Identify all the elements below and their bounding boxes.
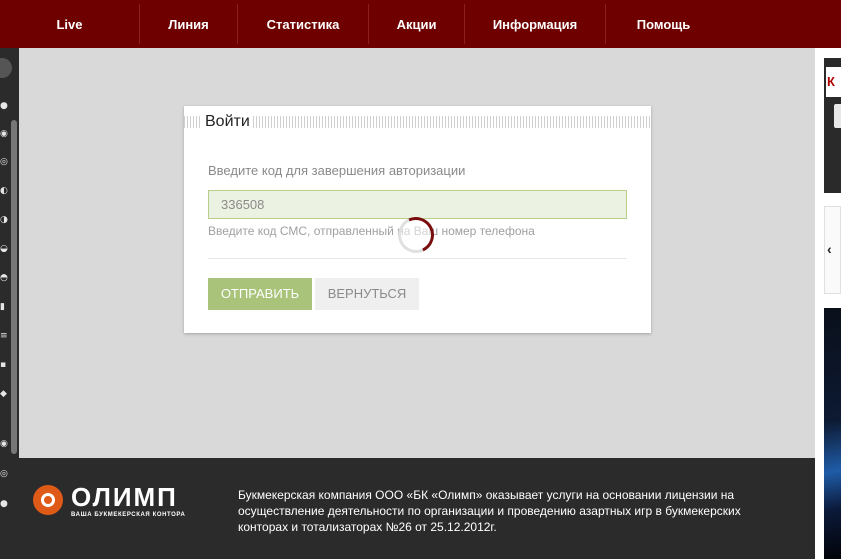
sport-icon[interactable]: ◉ xyxy=(0,438,9,450)
nav-item-live[interactable]: Live xyxy=(0,4,140,44)
sport-icon[interactable]: ◎ xyxy=(0,468,9,480)
olimp-logo-icon[interactable]: ОЛИМП ВАША БУКМЕКЕРСКАЯ КОНТОРА xyxy=(33,482,203,521)
nav-item-help[interactable]: Помощь xyxy=(606,4,721,44)
sport-icon[interactable]: ◓ xyxy=(0,272,9,284)
code-hint: Введите код СМС, отправленный на Ваш ном… xyxy=(208,224,535,238)
nav-item-information[interactable]: Информация xyxy=(465,4,606,44)
sport-icon[interactable]: ◒ xyxy=(0,243,9,255)
footer: ОЛИМП ВАША БУКМЕКЕРСКАЯ КОНТОРА Букмекер… xyxy=(19,458,815,559)
divider xyxy=(208,258,627,259)
logo-name: ОЛИМП xyxy=(71,482,178,512)
left-sidebar: ● ◉ ◎ ◐ ◑ ◒ ◓ ▮ ≡ ▪ ◆ ◉ ◎ ● xyxy=(0,48,19,559)
sidebar-scrollbar[interactable] xyxy=(11,120,17,454)
sport-icon[interactable]: ◆ xyxy=(0,388,9,400)
nav-item-line[interactable]: Линия xyxy=(140,4,238,44)
send-button[interactable]: ОТПРАВИТЬ xyxy=(208,278,312,310)
back-button[interactable]: ВЕРНУТЬСЯ xyxy=(315,278,419,310)
sport-icon[interactable]: ◎ xyxy=(0,156,9,168)
sport-icon[interactable]: ▪ xyxy=(0,359,9,371)
right-widget-box[interactable]: К xyxy=(826,67,841,97)
sidebar-toggle-button[interactable] xyxy=(0,58,12,78)
right-panel: К ‹ xyxy=(815,48,841,559)
logo-subtitle: ВАША БУКМЕКЕРСКАЯ КОНТОРА xyxy=(71,512,186,518)
header-decoration xyxy=(184,116,651,128)
right-card[interactable]: ‹ xyxy=(824,206,841,294)
nav-item-statistics[interactable]: Статистика xyxy=(238,4,369,44)
sms-code-input[interactable] xyxy=(208,190,627,219)
nav-item-promotions[interactable]: Акции xyxy=(369,4,465,44)
code-label: Введите код для завершения авторизации xyxy=(208,163,466,178)
logo-mark-icon xyxy=(33,485,63,515)
sport-icon[interactable]: ● xyxy=(0,100,9,112)
sport-icon[interactable]: ▮ xyxy=(0,301,9,313)
sport-icon[interactable]: ◑ xyxy=(0,214,9,226)
sport-icon[interactable]: ◐ xyxy=(0,185,9,197)
right-card-icon: ‹ xyxy=(827,241,832,257)
promo-banner[interactable] xyxy=(824,308,841,559)
sport-icon[interactable]: ● xyxy=(0,498,9,510)
dialog-title: Войти xyxy=(202,112,253,132)
license-text: Букмекерская компания ООО «БК «Олимп» ок… xyxy=(238,488,741,534)
dialog-header: Войти xyxy=(184,112,651,132)
sport-icon[interactable]: ≡ xyxy=(0,330,9,342)
top-navigation: Live Линия Статистика Акции Информация П… xyxy=(0,0,841,48)
sport-icon[interactable]: ◉ xyxy=(0,128,9,140)
right-widget-button[interactable] xyxy=(834,104,841,128)
